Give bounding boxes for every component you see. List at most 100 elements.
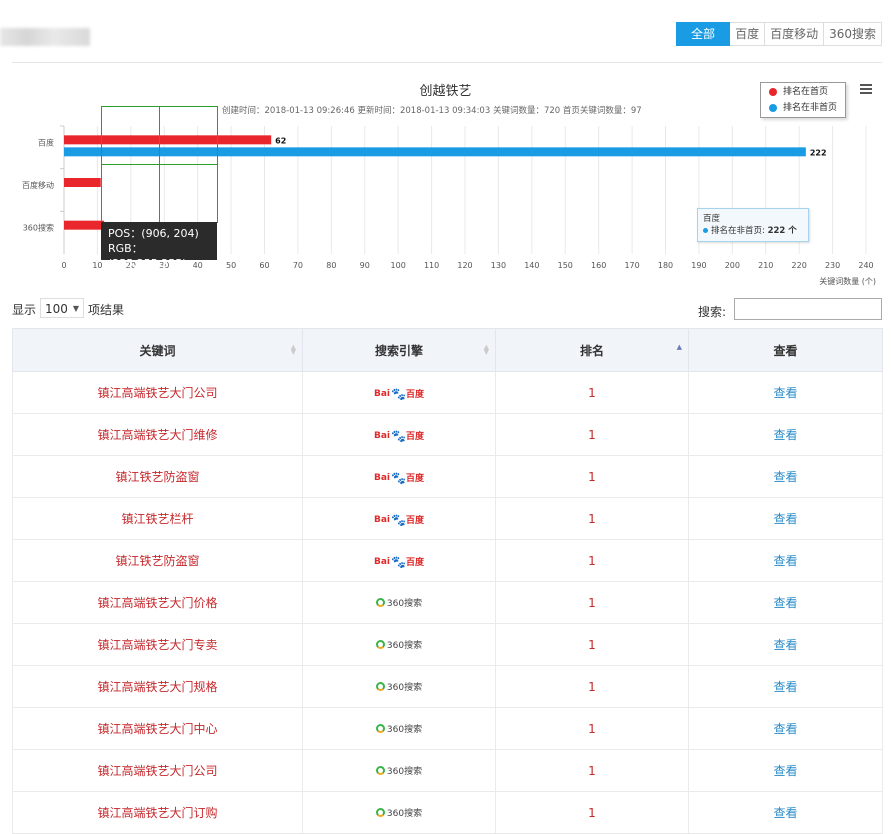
page-size-select[interactable]: 100 ▼ (40, 298, 84, 318)
360-search-logo-icon: 360搜索 (375, 722, 422, 735)
chevron-down-icon: ▼ (72, 304, 79, 313)
rank-cell: 1 (495, 665, 689, 708)
hamburger-menu-icon[interactable] (860, 84, 872, 96)
page-size-value: 100 (45, 302, 68, 316)
search-input[interactable] (734, 298, 882, 320)
keyword-cell: 镇江铁艺防盗窗 (12, 539, 303, 582)
column-header-view: 查看 (688, 328, 883, 372)
keyword-cell: 镇江高端铁艺大门专卖 (12, 623, 303, 666)
view-cell: 查看 (688, 455, 883, 498)
legend-item-home[interactable]: 排名在首页 (761, 85, 845, 99)
sort-icon: ▲ ▼ (483, 343, 489, 356)
x-tick-label: 0 (61, 261, 66, 270)
view-link[interactable]: 查看 (773, 722, 797, 736)
engine-cell: Bai 🐾 百度 (302, 413, 496, 456)
table-row: 镇江高端铁艺大门专卖 360搜索 1 查看 (12, 623, 883, 666)
keyword-cell: 镇江高端铁艺大门订购 (12, 791, 303, 834)
engine-cell: Bai 🐾 百度 (302, 539, 496, 582)
keyword-cell: 镇江高端铁艺大门价格 (12, 581, 303, 624)
360-search-logo-icon: 360搜索 (375, 680, 422, 693)
view-link[interactable]: 查看 (773, 470, 797, 484)
data-label: 222 (810, 148, 827, 157)
baidu-logo-icon: Bai 🐾 百度 (374, 470, 424, 485)
view-link[interactable]: 查看 (773, 806, 797, 820)
x-tick-label: 60 (259, 261, 269, 270)
x-axis-label: 关键词数量 (个) (819, 276, 876, 286)
x-tick-label: 150 (558, 261, 573, 270)
legend-item-not-home[interactable]: 排名在非首页 (761, 101, 845, 115)
view-link[interactable]: 查看 (773, 386, 797, 400)
tab-360[interactable]: 360搜索 (824, 22, 882, 46)
x-tick-label: 220 (792, 261, 807, 270)
chart-title: 创越铁艺 (419, 84, 472, 99)
search-label: 搜索: (697, 305, 726, 319)
view-link[interactable]: 查看 (773, 596, 797, 610)
show-label: 显示 (12, 303, 37, 317)
table-row: 镇江高端铁艺大门公司 360搜索 1 查看 (12, 749, 883, 792)
x-tick-label: 160 (591, 261, 606, 270)
table-row: 镇江高端铁艺大门规格 360搜索 1 查看 (12, 665, 883, 708)
x-tick-label: 100 (391, 261, 406, 270)
x-tick-label: 70 (293, 261, 303, 270)
blurred-logo (0, 28, 90, 46)
tab-baidu-mobile[interactable]: 百度移动 (765, 22, 825, 46)
column-header-keyword[interactable]: 关键词 ▲ ▼ (12, 328, 303, 372)
x-tick-label: 190 (691, 261, 706, 270)
rank-cell: 1 (495, 707, 689, 750)
view-link[interactable]: 查看 (773, 680, 797, 694)
x-tick-label: 230 (825, 261, 840, 270)
view-cell: 查看 (688, 539, 883, 582)
view-cell: 查看 (688, 623, 883, 666)
view-cell: 查看 (688, 497, 883, 540)
y-category-label: 百度 (38, 137, 54, 147)
engine-cell: 360搜索 (302, 581, 496, 624)
keyword-cell: 镇江高端铁艺大门维修 (12, 413, 303, 456)
engine-cell: Bai 🐾 百度 (302, 455, 496, 498)
sort-icon: ▲ ▼ (290, 343, 296, 356)
keyword-cell: 镇江高端铁艺大门公司 (12, 371, 303, 414)
360-search-logo-icon: 360搜索 (375, 764, 422, 777)
data-label: 62 (275, 136, 286, 145)
tab-baidu[interactable]: 百度 (730, 22, 766, 46)
table-row: 镇江铁艺栏杆 Bai 🐾 百度 1 查看 (12, 497, 883, 540)
baidu-logo-icon: Bai 🐾 百度 (374, 554, 424, 569)
baidu-logo-icon: Bai 🐾 百度 (374, 512, 424, 527)
view-cell: 查看 (688, 749, 883, 792)
rank-cell: 1 (495, 497, 689, 540)
engine-cell: 360搜索 (302, 665, 496, 708)
keyword-cell: 镇江高端铁艺大门中心 (12, 707, 303, 750)
view-link[interactable]: 查看 (773, 554, 797, 568)
legend-label-not-home: 排名在非首页 (783, 103, 838, 113)
column-header-engine[interactable]: 搜索引擎 ▲ ▼ (302, 328, 496, 372)
engine-cell: 360搜索 (302, 623, 496, 666)
legend-dot-blue (769, 104, 777, 112)
rgb-readout: RGB：(255,255,255) (108, 242, 187, 270)
table-row: 镇江高端铁艺大门公司 Bai 🐾 百度 1 查看 (12, 371, 883, 414)
column-header-rank[interactable]: 排名 ▲ (495, 328, 689, 372)
rank-cell: 1 (495, 455, 689, 498)
rank-cell: 1 (495, 749, 689, 792)
view-link[interactable]: 查看 (773, 512, 797, 526)
rank-cell: 1 (495, 371, 689, 414)
view-cell: 查看 (688, 791, 883, 834)
view-link[interactable]: 查看 (773, 428, 797, 442)
x-tick-label: 90 (360, 261, 370, 270)
table-controls: 显示 100 ▼ 项结果 搜索: (12, 298, 882, 324)
x-tick-label: 240 (858, 261, 873, 270)
bar (64, 220, 105, 230)
view-link[interactable]: 查看 (773, 764, 797, 778)
keyword-cell: 镇江铁艺栏杆 (12, 497, 303, 540)
keyword-cell: 镇江高端铁艺大门公司 (12, 749, 303, 792)
table-row: 镇江高端铁艺大门价格 360搜索 1 查看 (12, 581, 883, 624)
tab-all[interactable]: 全部 (676, 22, 731, 46)
view-cell: 查看 (688, 371, 883, 414)
rank-cell: 1 (495, 623, 689, 666)
table-row: 镇江铁艺防盗窗 Bai 🐾 百度 1 查看 (12, 539, 883, 582)
show-after-label: 项结果 (88, 303, 125, 317)
pixel-info-tooltip: POS：(906, 204) RGB：(255,255,255) (101, 222, 217, 270)
view-link[interactable]: 查看 (773, 638, 797, 652)
bar (64, 178, 101, 187)
view-cell: 查看 (688, 581, 883, 624)
engine-cell: Bai 🐾 百度 (302, 371, 496, 414)
sort-asc-icon: ▲ (676, 343, 682, 351)
